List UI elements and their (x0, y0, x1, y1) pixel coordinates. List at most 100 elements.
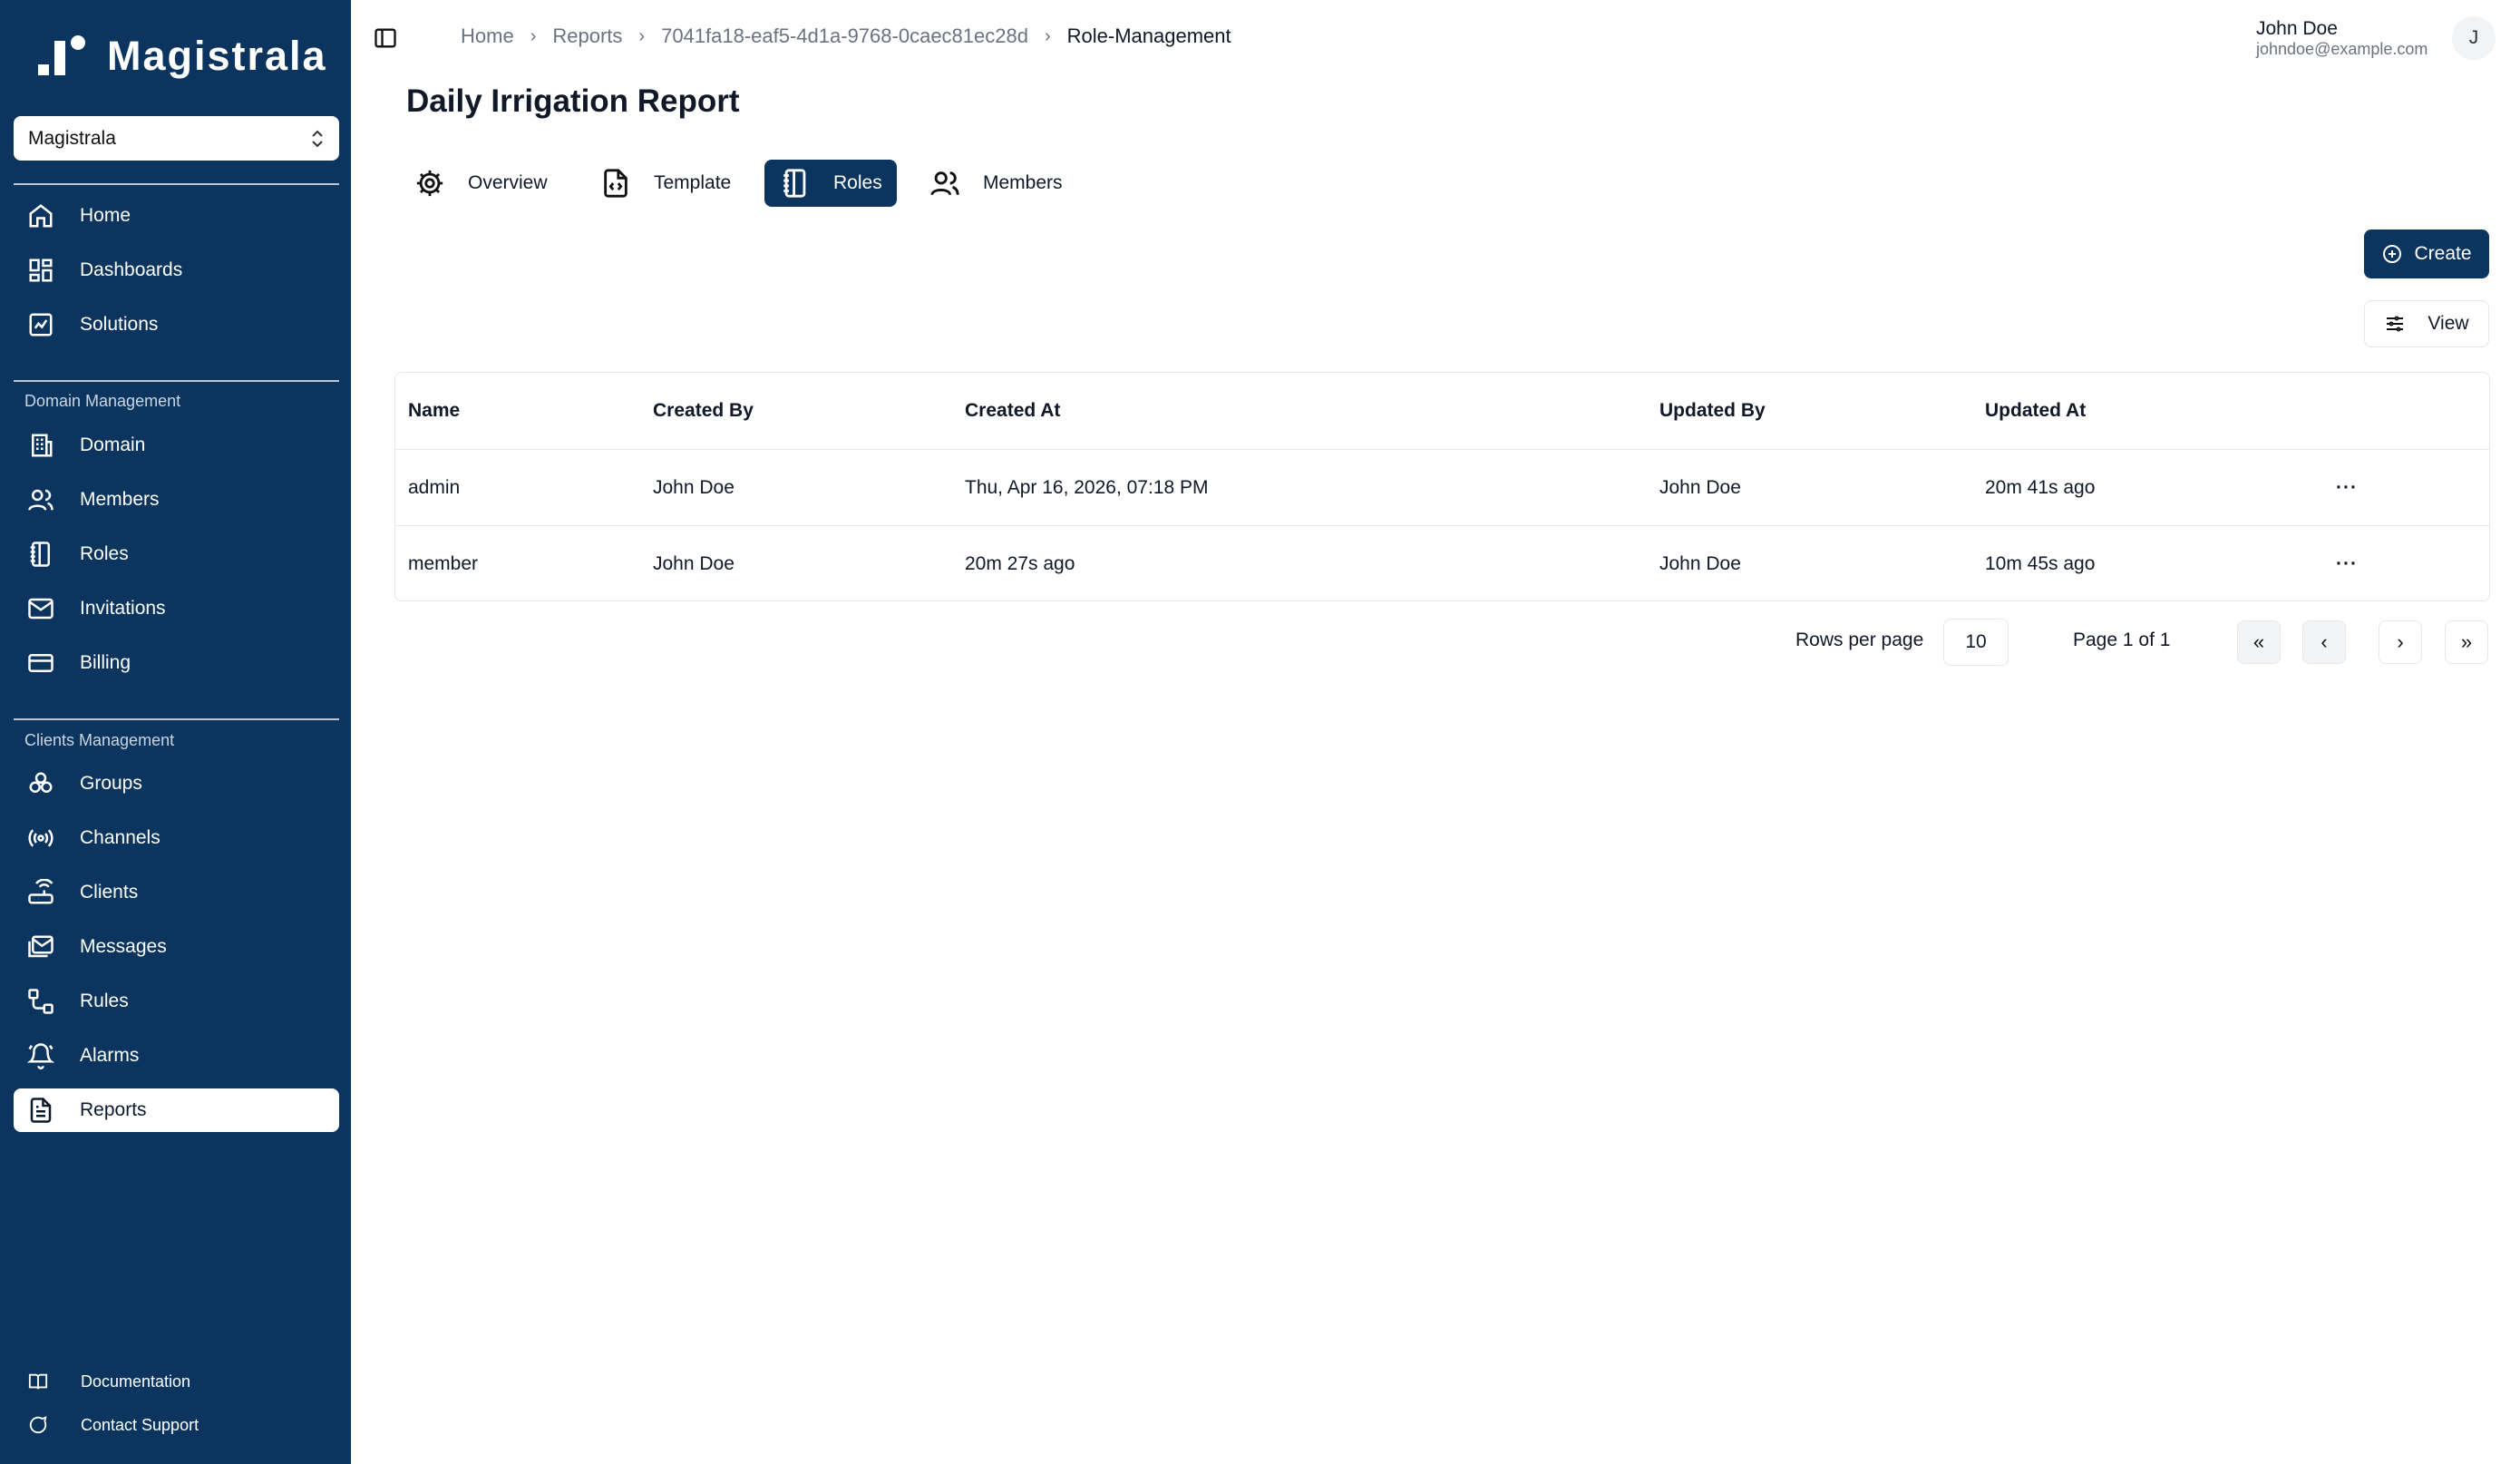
file-code-icon (599, 167, 632, 200)
sidebar-item-label: Documentation (81, 1371, 191, 1391)
solutions-icon (26, 310, 55, 339)
sidebar-item-solutions[interactable]: Solutions (14, 303, 339, 346)
table-row[interactable]: member John Doe 20m 27s ago John Doe 10m… (395, 525, 2489, 601)
sidebar-item-dashboards[interactable]: Dashboards (14, 249, 339, 292)
sidebar-item-label: Roles (80, 543, 129, 564)
clients-management-label: Clients Management (24, 731, 175, 749)
sidebar-item-domain[interactable]: Domain (14, 424, 339, 467)
create-button-label: Create (2414, 243, 2472, 264)
previous-page-button[interactable]: ‹ (2302, 620, 2346, 664)
router-icon (26, 878, 55, 907)
cell-name: admin (408, 476, 461, 498)
notebook-icon (779, 167, 812, 200)
chat-icon (26, 1413, 50, 1437)
tab-label: Roles (833, 172, 882, 193)
divider (14, 718, 339, 720)
tab-template[interactable]: Template (585, 160, 745, 207)
row-actions-menu-icon[interactable]: ··· (2336, 553, 2358, 575)
next-page-button[interactable]: › (2379, 620, 2422, 664)
view-options-button[interactable]: View (2364, 300, 2489, 347)
sidebar-item-label: Solutions (80, 314, 159, 335)
first-page-button[interactable]: « (2237, 620, 2281, 664)
cell-updated-by: John Doe (1659, 476, 1741, 498)
users-icon (929, 167, 961, 200)
sidebar-item-billing[interactable]: Billing (14, 641, 339, 685)
sidebar-item-label: Contact Support (81, 1415, 199, 1434)
roles-table: Name Created By Created At Updated By Up… (394, 372, 2490, 601)
home-icon (26, 201, 55, 230)
sidebar-item-alarms[interactable]: Alarms (14, 1034, 339, 1078)
sidebar-item-label: Domain (80, 434, 146, 455)
sidebar-item-channels[interactable]: Channels (14, 816, 339, 860)
domain-selector-value: Magistrala (28, 127, 116, 149)
breadcrumb-reports[interactable]: Reports (552, 24, 622, 48)
divider (14, 183, 339, 185)
groups-icon (26, 769, 55, 798)
mail-icon (26, 594, 55, 623)
breadcrumb-report-id[interactable]: 7041fa18-eaf5-4d1a-9768-0caec81ec28d (661, 24, 1028, 48)
sidebar-item-reports[interactable]: Reports (14, 1088, 339, 1132)
cell-name: member (408, 552, 479, 574)
app-logo[interactable]: Magistrala (38, 33, 327, 80)
cell-updated-by: John Doe (1659, 552, 1741, 574)
book-icon (26, 1370, 50, 1393)
rows-per-page-select[interactable]: 10 (1943, 619, 2009, 666)
table-row[interactable]: admin John Doe Thu, Apr 16, 2026, 07:18 … (395, 449, 2489, 525)
cell-created-at: 20m 27s ago (965, 552, 1075, 574)
sidebar-item-home[interactable]: Home (14, 194, 339, 238)
dashboard-icon (26, 256, 55, 285)
breadcrumb: Home › Reports › 7041fa18-eaf5-4d1a-9768… (461, 24, 1231, 48)
domain-management-label: Domain Management (24, 392, 181, 410)
chevron-right-icon: › (530, 25, 537, 46)
user-info[interactable]: John Doe johndoe@example.com (2256, 18, 2455, 59)
sidebar-item-roles[interactable]: Roles (14, 532, 339, 576)
sidebar-item-groups[interactable]: Groups (14, 762, 339, 805)
tab-label: Overview (468, 172, 548, 193)
cell-updated-at: 10m 45s ago (1985, 552, 2096, 574)
sidebar-item-contact-support[interactable]: Contact Support (14, 1407, 339, 1443)
column-header-created-at[interactable]: Created At (965, 400, 1060, 422)
page-info: Page 1 of 1 (2073, 630, 2171, 650)
column-header-updated-at[interactable]: Updated At (1985, 400, 2086, 422)
app-name: Magistrala (107, 33, 327, 79)
sidebar-item-label: Home (80, 205, 131, 226)
rows-per-page-label: Rows per page (1795, 630, 1924, 650)
sidebar-item-members[interactable]: Members (14, 478, 339, 522)
rules-icon (26, 987, 55, 1016)
column-header-name[interactable]: Name (408, 400, 460, 422)
notebook-icon (26, 540, 55, 569)
logo-icon (38, 35, 85, 75)
column-header-created-by[interactable]: Created By (653, 400, 754, 422)
domain-selector[interactable]: Magistrala (14, 116, 339, 161)
messages-icon (26, 932, 55, 961)
users-icon (26, 485, 55, 514)
breadcrumb-current: Role-Management (1066, 24, 1231, 47)
sidebar-toggle-button[interactable] (373, 25, 398, 51)
user-name: John Doe (2256, 18, 2338, 39)
tab-label: Template (654, 172, 732, 193)
breadcrumb-home[interactable]: Home (461, 24, 514, 48)
plus-circle-icon (2383, 245, 2402, 263)
tab-members[interactable]: Members (914, 160, 1077, 207)
create-button[interactable]: Create (2364, 229, 2489, 278)
chevron-right-icon: › (638, 25, 646, 46)
sidebar-item-label: Clients (80, 882, 139, 903)
sidebar-item-messages[interactable]: Messages (14, 925, 339, 969)
tab-overview[interactable]: Overview (399, 160, 562, 207)
sidebar-item-clients[interactable]: Clients (14, 871, 339, 914)
last-page-button[interactable]: » (2445, 620, 2488, 664)
cell-updated-at: 20m 41s ago (1985, 476, 2096, 498)
column-header-updated-by[interactable]: Updated By (1659, 400, 1766, 422)
panel-left-icon (375, 28, 396, 48)
sidebar-item-label: Channels (80, 827, 161, 848)
bell-icon (26, 1041, 55, 1070)
tab-roles[interactable]: Roles (764, 160, 897, 207)
sidebar-item-label: Invitations (80, 598, 166, 619)
table-header-row: Name Created By Created At Updated By Up… (395, 373, 2489, 449)
sidebar-item-documentation[interactable]: Documentation (14, 1363, 339, 1400)
sidebar-item-invitations[interactable]: Invitations (14, 587, 339, 630)
row-actions-menu-icon[interactable]: ··· (2336, 477, 2358, 499)
sidebar-item-label: Rules (80, 991, 129, 1011)
avatar[interactable]: J (2452, 16, 2496, 60)
sidebar-item-rules[interactable]: Rules (14, 980, 339, 1023)
